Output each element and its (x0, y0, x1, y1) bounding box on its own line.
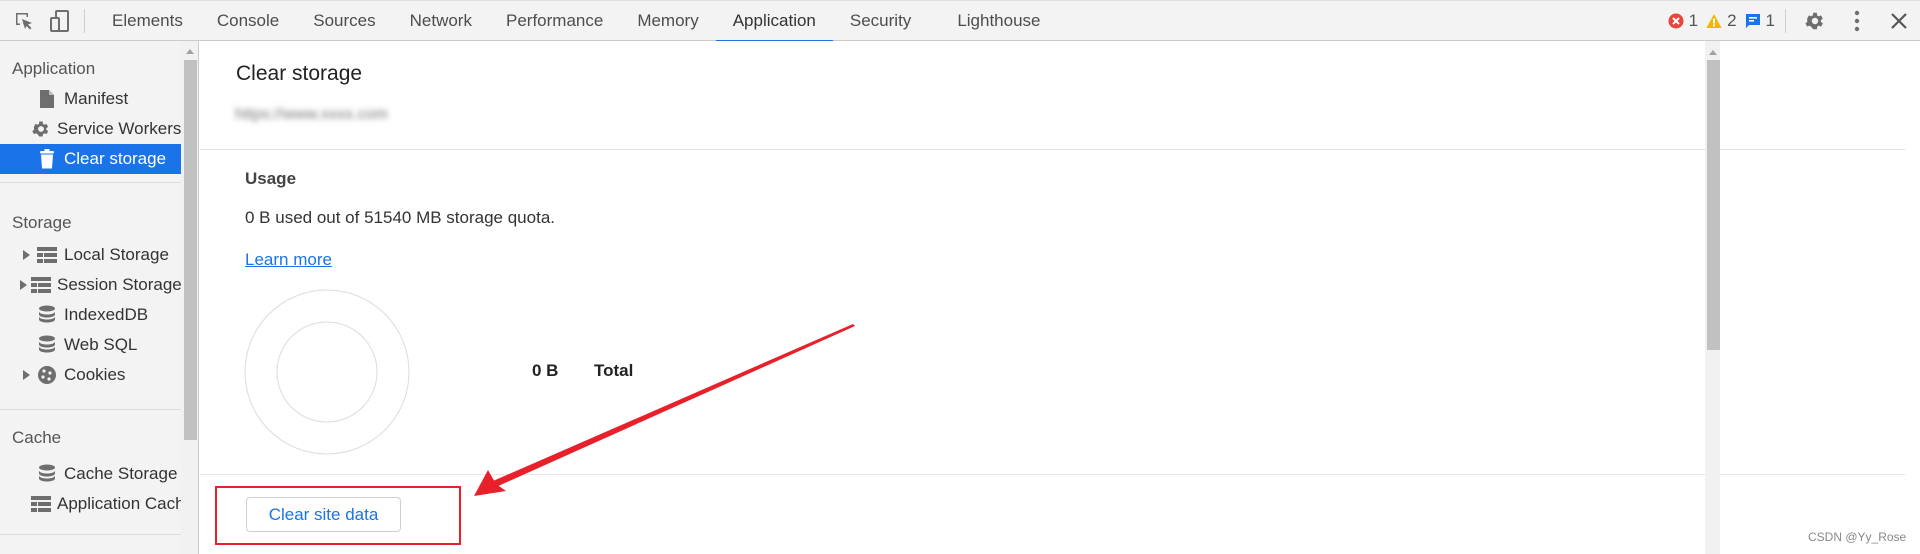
device-toolbar-icon[interactable] (42, 1, 78, 41)
sidebar-item-label: Manifest (64, 89, 129, 108)
error-count: 1 (1688, 10, 1699, 30)
footer-divider (200, 474, 1905, 475)
scroll-up-icon[interactable] (1709, 50, 1717, 55)
trash-icon (36, 148, 58, 170)
sidebar-item-service-workers[interactable]: Service Workers (0, 114, 181, 144)
warning-counter[interactable]: 2 (1706, 10, 1737, 31)
gear-icon (31, 118, 51, 140)
sidebar-section-title: Storage (12, 213, 72, 232)
message-count: 1 (1765, 10, 1775, 30)
origin-url: https://www.xxxx.com (235, 106, 388, 123)
table-icon (31, 493, 51, 515)
legend-total-label: Total (594, 361, 634, 380)
sidebar-item-label: Local Storage (64, 245, 169, 264)
message-icon (1745, 13, 1761, 29)
watermark: CSDN @Yy_Rose (1808, 530, 1907, 544)
pie-inner-ring (276, 321, 378, 423)
more-options-icon[interactable] (1836, 1, 1878, 41)
expand-arrow-icon[interactable] (20, 370, 32, 380)
sidebar-section-application: Application Manifest Service Workers Cle… (0, 54, 181, 174)
sidebar-item-cache-storage[interactable]: Cache Storage (0, 459, 181, 489)
error-icon (1668, 13, 1684, 29)
message-counter[interactable]: 1 (1745, 11, 1775, 31)
close-icon[interactable] (1878, 1, 1920, 41)
sidebar-item-local-storage[interactable]: Local Storage (0, 240, 181, 270)
document-icon (36, 88, 58, 110)
expand-arrow-icon[interactable] (20, 250, 32, 260)
sidebar-item-label: Cookies (64, 365, 126, 384)
main-scrollbar[interactable] (1705, 41, 1720, 554)
inspect-element-icon[interactable] (6, 1, 42, 41)
table-icon (36, 244, 58, 266)
sidebar-scrollbar[interactable] (181, 41, 198, 554)
toolbar-separator (1785, 8, 1786, 33)
page-title: Clear storage (236, 62, 363, 85)
sidebar-divider (0, 182, 181, 183)
panel-tabs: Elements Console Sources Network Perform… (95, 1, 1058, 42)
legend-total-value: 0 B (532, 361, 559, 380)
tab-console[interactable]: Console (200, 1, 296, 41)
sidebar-item-label: Cache Storage (64, 464, 178, 483)
sidebar-item-label: Session Storage (57, 275, 181, 294)
sidebar: Application Manifest Service Workers Cle… (0, 41, 199, 554)
sidebar-section-title: Cache (12, 428, 62, 447)
tab-elements[interactable]: Elements (95, 1, 200, 41)
scroll-up-icon[interactable] (186, 49, 194, 54)
annotation-highlight-box (215, 486, 461, 545)
sidebar-item-web-sql[interactable]: Web SQL (0, 330, 181, 360)
sidebar-item-manifest[interactable]: Manifest (0, 84, 181, 114)
tab-lighthouse[interactable]: Lighthouse (940, 1, 1057, 41)
tab-performance[interactable]: Performance (489, 1, 620, 41)
sidebar-item-label: Application Cache (57, 494, 181, 513)
header-divider (200, 149, 1905, 150)
expand-arrow-icon[interactable] (20, 280, 27, 290)
toolbar-right: 1 2 1 (1668, 1, 1920, 41)
sidebar-item-indexeddb[interactable]: IndexedDB (0, 300, 181, 330)
sidebar-item-label: Service Workers (57, 119, 181, 138)
sidebar-item-cookies[interactable]: Cookies (0, 360, 181, 390)
usage-summary: 0 B used out of 51540 MB storage quota. (245, 208, 555, 227)
sidebar-divider (0, 409, 181, 410)
sidebar-item-label: IndexedDB (64, 305, 149, 324)
tab-application[interactable]: Application (715, 1, 834, 42)
database-icon (36, 334, 58, 356)
tab-security[interactable]: Security (833, 1, 928, 41)
clear-storage-panel: Clear storage https://www.xxxx.com Usage… (200, 41, 1905, 554)
tab-network[interactable]: Network (393, 1, 489, 41)
scrollbar-thumb[interactable] (1707, 60, 1720, 350)
database-icon (36, 463, 58, 485)
error-counter[interactable]: 1 (1668, 11, 1698, 31)
tab-sources[interactable]: Sources (296, 1, 392, 41)
gear-icon[interactable] (1794, 1, 1836, 41)
usage-heading: Usage (245, 169, 297, 188)
devtools-toolbar: Elements Console Sources Network Perform… (0, 0, 1920, 42)
usage-pie-chart (244, 289, 410, 455)
scrollbar-thumb[interactable] (184, 60, 197, 440)
sidebar-item-clear-storage[interactable]: Clear storage (0, 144, 181, 174)
sidebar-section-cache: Cache Cache Storage Application Cache (0, 423, 181, 519)
warning-icon (1706, 13, 1722, 29)
sidebar-section-title: Application (12, 59, 96, 78)
database-icon (36, 304, 58, 326)
sidebar-item-label: Clear storage (64, 149, 167, 168)
table-icon (31, 274, 51, 296)
learn-more-link[interactable]: Learn more (245, 250, 332, 270)
tab-memory[interactable]: Memory (620, 1, 715, 41)
sidebar-divider (0, 534, 181, 535)
pie-outer-ring (244, 289, 410, 455)
sidebar-item-session-storage[interactable]: Session Storage (0, 270, 181, 300)
sidebar-item-application-cache[interactable]: Application Cache (0, 489, 181, 519)
cookie-icon (36, 364, 58, 386)
sidebar-section-storage: Storage Local Storage Session Storage In… (0, 208, 181, 390)
pie-legend: 0 B Total (532, 361, 633, 381)
warning-count: 2 (1727, 10, 1737, 30)
sidebar-item-label: Web SQL (64, 335, 138, 354)
toolbar-separator (84, 8, 85, 33)
